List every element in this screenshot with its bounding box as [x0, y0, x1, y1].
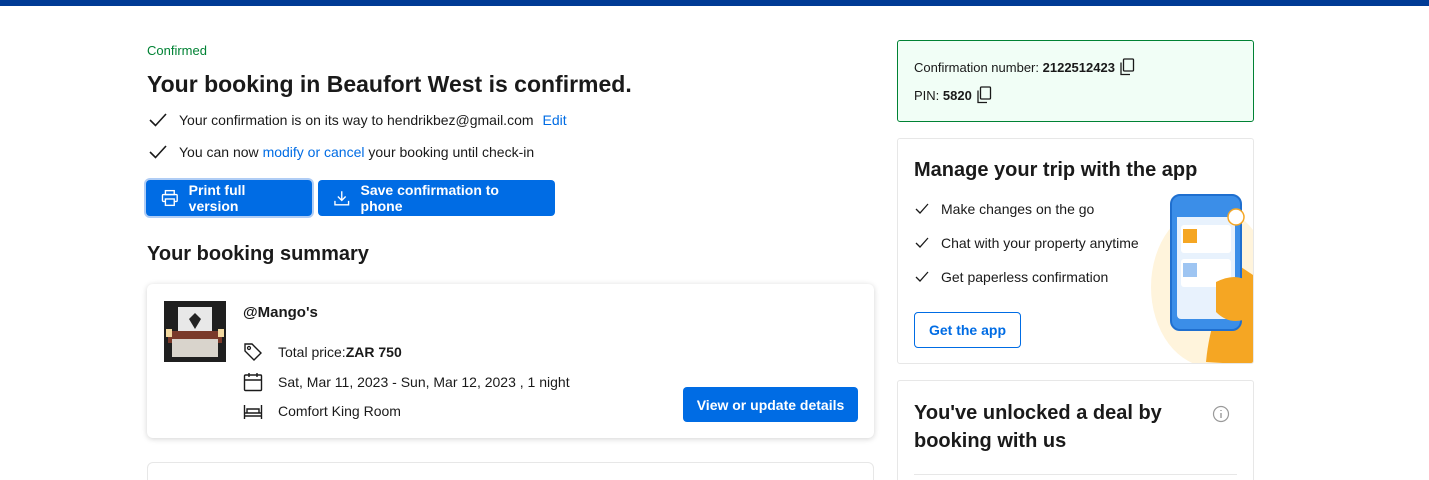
app-benefit-text: Get paperless confirmation — [941, 269, 1109, 285]
calendar-icon — [243, 373, 263, 392]
modify-or-cancel-link[interactable]: modify or cancel — [263, 144, 365, 160]
price-tag-icon — [244, 343, 262, 361]
deal-card: You've unlocked a deal by booking with u… — [897, 380, 1254, 480]
edit-email-link[interactable]: Edit — [543, 112, 567, 128]
app-promo-card: Manage your trip with the app Make chang… — [897, 138, 1254, 364]
deal-heading: You've unlocked a deal by booking with u… — [914, 402, 1162, 452]
printer-icon — [161, 189, 178, 207]
confirmation-email-text: Your confirmation is on its way to hendr… — [179, 112, 534, 128]
pin-label: PIN: — [914, 87, 940, 103]
save-confirmation-button[interactable]: Save confirmation to phone — [318, 180, 555, 216]
check-icon — [149, 113, 167, 127]
save-button-label: Save confirmation to phone — [360, 182, 499, 214]
app-benefit-item: Make changes on the go — [915, 201, 1094, 217]
app-benefit-item: Get paperless confirmation — [915, 269, 1108, 285]
info-icon[interactable] — [1212, 405, 1230, 423]
price-label: Total price: — [278, 344, 346, 360]
download-icon — [334, 191, 350, 206]
confirmation-number-row: Confirmation number: 2122512423 — [914, 58, 1135, 76]
total-price-row: Total price: ZAR 750 — [243, 342, 402, 362]
room-type-row: Comfort King Room — [243, 401, 401, 421]
stay-dates-row: Sat, Mar 11, 2023 - Sun, Mar 12, 2023 , … — [243, 372, 570, 392]
price-value: ZAR 750 — [345, 344, 402, 360]
page-title: Your booking in Beaufort West is confirm… — [147, 71, 632, 97]
check-icon — [915, 237, 929, 248]
view-update-details-button[interactable]: View or update details — [683, 387, 858, 422]
property-name: @Mango's — [243, 304, 318, 321]
copy-icon[interactable] — [976, 86, 992, 104]
app-promo-heading: Manage your trip with the app — [914, 159, 1198, 181]
confirmation-number-box: Confirmation number: 2122512423 PIN: 582… — [897, 40, 1254, 122]
top-brand-bar — [0, 0, 1429, 6]
status-label: Confirmed — [147, 43, 207, 58]
get-the-app-button[interactable]: Get the app — [914, 312, 1021, 348]
modify-prefix-text: You can now — [179, 144, 259, 160]
phone-illustration — [1151, 194, 1253, 363]
copy-icon[interactable] — [1119, 58, 1135, 76]
app-benefit-text: Chat with your property anytime — [941, 235, 1139, 251]
check-icon — [915, 271, 929, 282]
confirmation-email-row: Your confirmation is on its way to hendr… — [148, 110, 567, 130]
confirmation-number-value: 2122512423 — [1042, 59, 1115, 75]
bed-icon — [243, 405, 263, 419]
pin-value: 5820 — [942, 87, 972, 103]
property-thumbnail[interactable] — [164, 301, 226, 362]
booking-summary-card: @Mango's Total price: ZAR 750 Sat, Mar 11… — [147, 284, 874, 438]
modify-cancel-row: You can now modify or cancel your bookin… — [148, 142, 534, 162]
check-icon — [915, 203, 929, 214]
print-full-version-button[interactable]: Print full version — [146, 180, 312, 216]
stay-dates: Sat, Mar 11, 2023 - Sun, Mar 12, 2023 , … — [278, 374, 570, 390]
confirmation-number-label: Confirmation number: — [914, 59, 1039, 75]
next-section-card — [147, 462, 874, 480]
pin-row: PIN: 5820 — [914, 86, 992, 104]
check-icon — [149, 145, 167, 159]
app-benefit-item: Chat with your property anytime — [915, 235, 1139, 251]
app-benefit-text: Make changes on the go — [941, 201, 1095, 217]
print-button-label: Print full version — [188, 182, 246, 214]
room-type: Comfort King Room — [278, 403, 401, 419]
deal-divider — [914, 474, 1237, 475]
modify-suffix-text: your booking until check-in — [368, 144, 535, 160]
booking-summary-heading: Your booking summary — [147, 243, 369, 265]
